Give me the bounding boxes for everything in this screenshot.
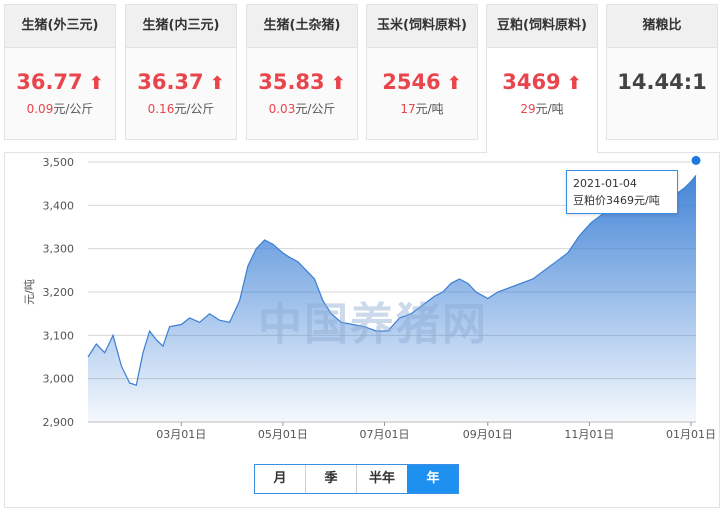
- up-arrow-icon: ⬆: [446, 73, 462, 94]
- card-name: 生猪(外三元): [5, 5, 115, 48]
- card-name: 豆粕(饲料原料): [487, 5, 597, 48]
- change-unit: 元/公斤: [174, 102, 215, 116]
- card-name: 生猪(内三元): [126, 5, 236, 48]
- watermark: 中国养猪网: [258, 299, 488, 350]
- y-tick-label: 2,900: [43, 416, 75, 429]
- tab-month[interactable]: 月: [255, 465, 305, 493]
- range-tabs: 月 季 半年 年: [254, 464, 459, 494]
- card-name: 生猪(土杂猪): [247, 5, 357, 48]
- price-value: 35.83: [258, 70, 325, 94]
- highlight-point: [690, 154, 702, 166]
- tab-quarter[interactable]: 季: [305, 465, 356, 493]
- card-change: 0.03元/公斤: [247, 100, 357, 117]
- price-value: 36.77: [16, 70, 83, 94]
- y-tick-label: 3,500: [43, 156, 75, 169]
- change-value: 29: [520, 102, 536, 116]
- price-card-4[interactable]: 豆粕(饲料原料) 3469 ⬆ 29元/吨: [486, 4, 598, 154]
- y-tick-label: 3,400: [43, 199, 75, 212]
- card-change: 0.16元/公斤: [126, 100, 236, 117]
- chart-tooltip: 2021-01-04 豆粕价3469元/吨: [566, 170, 678, 214]
- card-name: 猪粮比: [607, 5, 717, 48]
- price-value: 3469: [502, 70, 561, 94]
- price-card-2[interactable]: 生猪(土杂猪) 35.83 ⬆ 0.03元/公斤: [246, 4, 358, 140]
- tooltip-label: 豆粕价3469元/吨: [573, 194, 660, 207]
- price-value: 36.37: [137, 70, 204, 94]
- card-price: 35.83 ⬆: [247, 70, 357, 94]
- y-tick-label: 3,100: [43, 329, 75, 342]
- change-unit: 元/公斤: [295, 102, 336, 116]
- tab-year[interactable]: 年: [407, 465, 458, 493]
- change-value: 17: [400, 102, 416, 116]
- change-unit: 元/吨: [535, 102, 564, 116]
- x-tick-label: 07月01日: [360, 428, 410, 441]
- price-card-3[interactable]: 玉米(饲料原料) 2546 ⬆ 17元/吨: [366, 4, 478, 140]
- card-change: 17元/吨: [367, 100, 477, 117]
- x-tick-label: 01月01日: [666, 428, 716, 441]
- card-name: 玉米(饲料原料): [367, 5, 477, 48]
- x-tick-label: 03月01日: [156, 428, 206, 441]
- price-card-0[interactable]: 生猪(外三元) 36.77 ⬆ 0.09元/公斤: [4, 4, 116, 140]
- change-value: 0.16: [147, 102, 175, 116]
- card-price: 2546 ⬆: [367, 70, 477, 94]
- card-change: 0.09元/公斤: [5, 100, 115, 117]
- y-tick-label: 3,200: [43, 286, 75, 299]
- price-value: 2546: [382, 70, 441, 94]
- card-price: 36.77 ⬆: [5, 70, 115, 94]
- x-tick-label: 11月01日: [564, 428, 614, 441]
- up-arrow-icon: ⬆: [330, 73, 346, 94]
- x-tick-label: 09月01日: [463, 428, 513, 441]
- y-tick-label: 3,300: [43, 243, 75, 256]
- up-arrow-icon: ⬆: [209, 73, 225, 94]
- up-arrow-icon: ⬆: [88, 73, 104, 94]
- price-card-5[interactable]: 猪粮比 14.44:1: [606, 4, 718, 140]
- change-unit: 元/公斤: [53, 102, 94, 116]
- price-card-1[interactable]: 生猪(内三元) 36.37 ⬆ 0.16元/公斤: [125, 4, 237, 140]
- card-price: 3469 ⬆: [487, 70, 597, 94]
- tab-half-year[interactable]: 半年: [356, 465, 407, 493]
- up-arrow-icon: ⬆: [566, 73, 582, 94]
- tooltip-date: 2021-01-04: [573, 177, 637, 190]
- change-unit: 元/吨: [415, 102, 444, 116]
- y-axis-title: 元/吨: [23, 279, 36, 305]
- change-value: 0.09: [26, 102, 54, 116]
- change-value: 0.03: [268, 102, 296, 116]
- x-tick-label: 05月01日: [258, 428, 308, 441]
- card-price: 36.37 ⬆: [126, 70, 236, 94]
- ratio-value: 14.44:1: [617, 70, 707, 94]
- y-tick-label: 3,000: [43, 373, 75, 386]
- card-change: 29元/吨: [487, 100, 597, 117]
